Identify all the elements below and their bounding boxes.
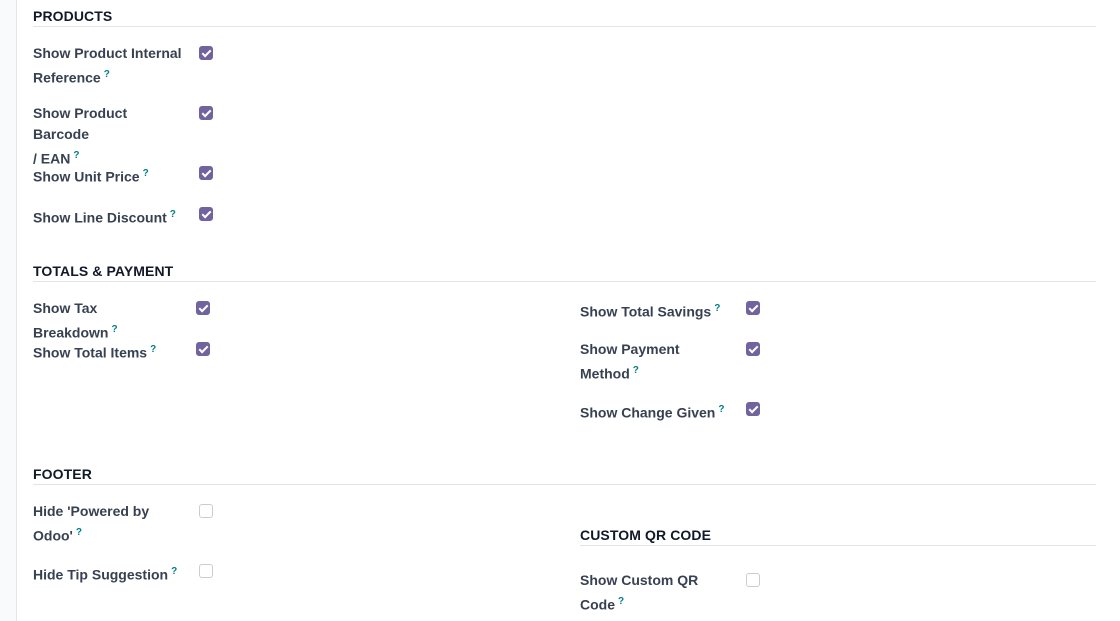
help-icon[interactable]: ? [170, 209, 176, 220]
checkbox-custom-qr-code[interactable] [746, 573, 760, 587]
setting-label-unit-price: Show Unit Price? [33, 168, 149, 185]
setting-label-product-internal-reference: Show Product Internal Reference? [33, 45, 182, 86]
checkbox-unit-price[interactable] [199, 166, 213, 180]
checkbox-tip-suggestion[interactable] [199, 564, 213, 578]
setting-label-change-given: Show Change Given? [580, 404, 725, 421]
qr-section-title: CUSTOM QR CODE [580, 527, 712, 543]
checkbox-product-barcode[interactable] [199, 106, 213, 120]
checkbox-payment-method[interactable] [746, 342, 760, 356]
checkbox-change-given[interactable] [746, 402, 760, 416]
footer-divider [33, 484, 1096, 485]
totals-section-title: TOTALS & PAYMENT [33, 263, 174, 279]
qr-divider [580, 545, 1096, 546]
checkbox-powered-by-odoo[interactable] [199, 504, 213, 518]
help-icon[interactable]: ? [150, 344, 156, 355]
checkbox-product-internal-reference[interactable] [199, 46, 213, 60]
left-gutter [0, 0, 17, 621]
setting-label-total-savings: Show Total Savings? [580, 303, 721, 320]
products-section-title: PRODUCTS [33, 8, 113, 24]
setting-label-line-discount: Show Line Discount? [33, 209, 176, 226]
setting-label-tip-suggestion: Hide Tip Suggestion? [33, 566, 178, 583]
setting-label-payment-method: Show Payment Method? [580, 341, 680, 382]
help-icon[interactable]: ? [618, 596, 624, 607]
footer-section-title: FOOTER [33, 466, 92, 482]
help-icon[interactable]: ? [111, 324, 117, 335]
setting-label-custom-qr-code: Show Custom QR Code? [580, 572, 699, 613]
checkbox-total-items[interactable] [196, 342, 210, 356]
help-icon[interactable]: ? [104, 69, 110, 80]
checkbox-total-savings[interactable] [746, 301, 760, 315]
help-icon[interactable]: ? [73, 150, 79, 161]
help-icon[interactable]: ? [76, 527, 82, 538]
setting-label-tax-breakdown: Show Tax Breakdown? [33, 300, 118, 341]
products-divider [33, 26, 1096, 27]
help-icon[interactable]: ? [718, 404, 724, 415]
help-icon[interactable]: ? [633, 365, 639, 376]
help-icon[interactable]: ? [714, 303, 720, 314]
setting-label-powered-by-odoo: Hide 'Powered by Odoo'? [33, 503, 150, 544]
checkbox-line-discount[interactable] [199, 207, 213, 221]
checkbox-tax-breakdown[interactable] [196, 301, 210, 315]
setting-label-product-barcode: Show Product Barcode / EAN? [33, 105, 128, 167]
totals-divider [33, 281, 1096, 282]
help-icon[interactable]: ? [143, 168, 149, 179]
setting-label-total-items: Show Total Items? [33, 344, 157, 361]
help-icon[interactable]: ? [171, 566, 177, 577]
